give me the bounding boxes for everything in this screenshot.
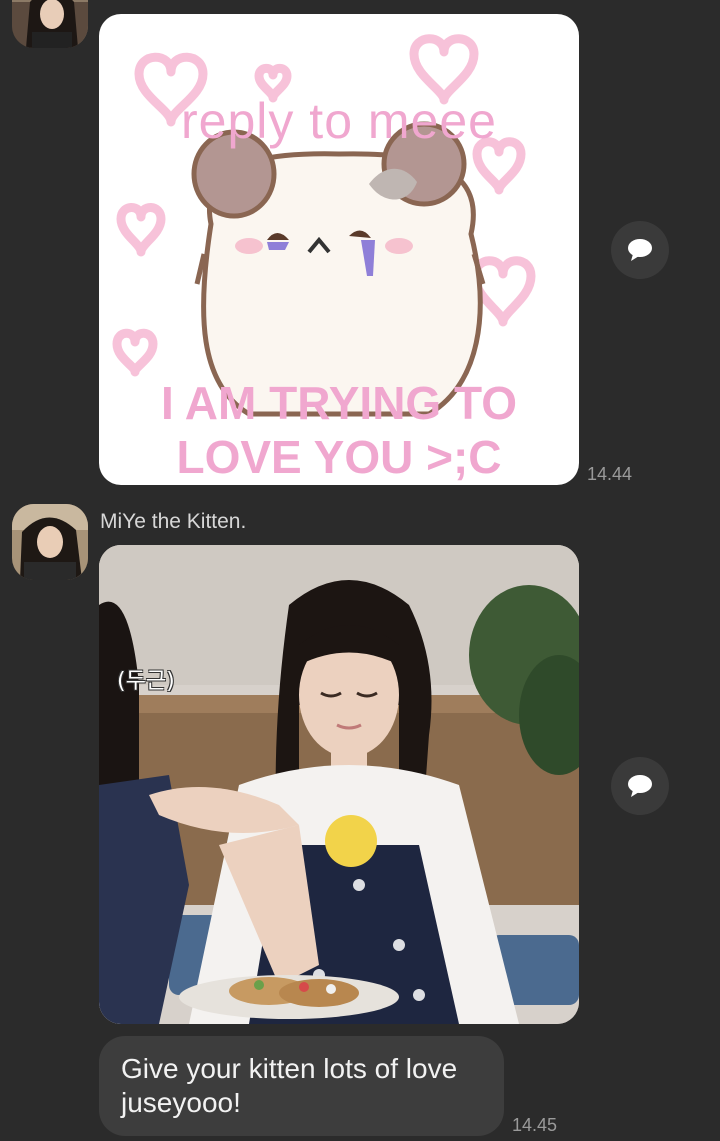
photo-scene xyxy=(99,545,579,1024)
avatar-photo-icon xyxy=(12,504,88,580)
message-text: Give your kitten lots of love juseyooo! xyxy=(121,1053,458,1118)
message-timestamp: 14.45 xyxy=(512,1115,558,1135)
message-timestamp: 14.44 xyxy=(587,464,633,484)
photo-subtitle-caption: (두근) xyxy=(117,669,175,694)
photo-image[interactable]: (두근) xyxy=(99,545,579,1024)
avatar-photo-icon xyxy=(12,0,88,48)
sender-avatar[interactable] xyxy=(12,504,88,580)
reply-button[interactable] xyxy=(611,757,669,815)
sticker-caption-bottom: I AM TRYING TO LOVE YOU >;C xyxy=(160,377,518,483)
speech-bubble-icon xyxy=(628,775,652,797)
sticker-image[interactable]: reply to meee I AM TRYING TO LOVE YOU >;… xyxy=(99,14,579,485)
sender-name: MiYe the Kitten. xyxy=(100,510,247,533)
sender-avatar[interactable] xyxy=(12,0,88,48)
message-bubble[interactable]: Give your kitten lots of love juseyooo! xyxy=(99,1036,504,1136)
chat-screen: reply to meee I AM TRYING TO LOVE YOU >;… xyxy=(0,0,720,1141)
sticker-caption-top: reply to meee xyxy=(181,93,497,149)
reply-button[interactable] xyxy=(611,221,669,279)
speech-bubble-icon xyxy=(628,239,652,261)
